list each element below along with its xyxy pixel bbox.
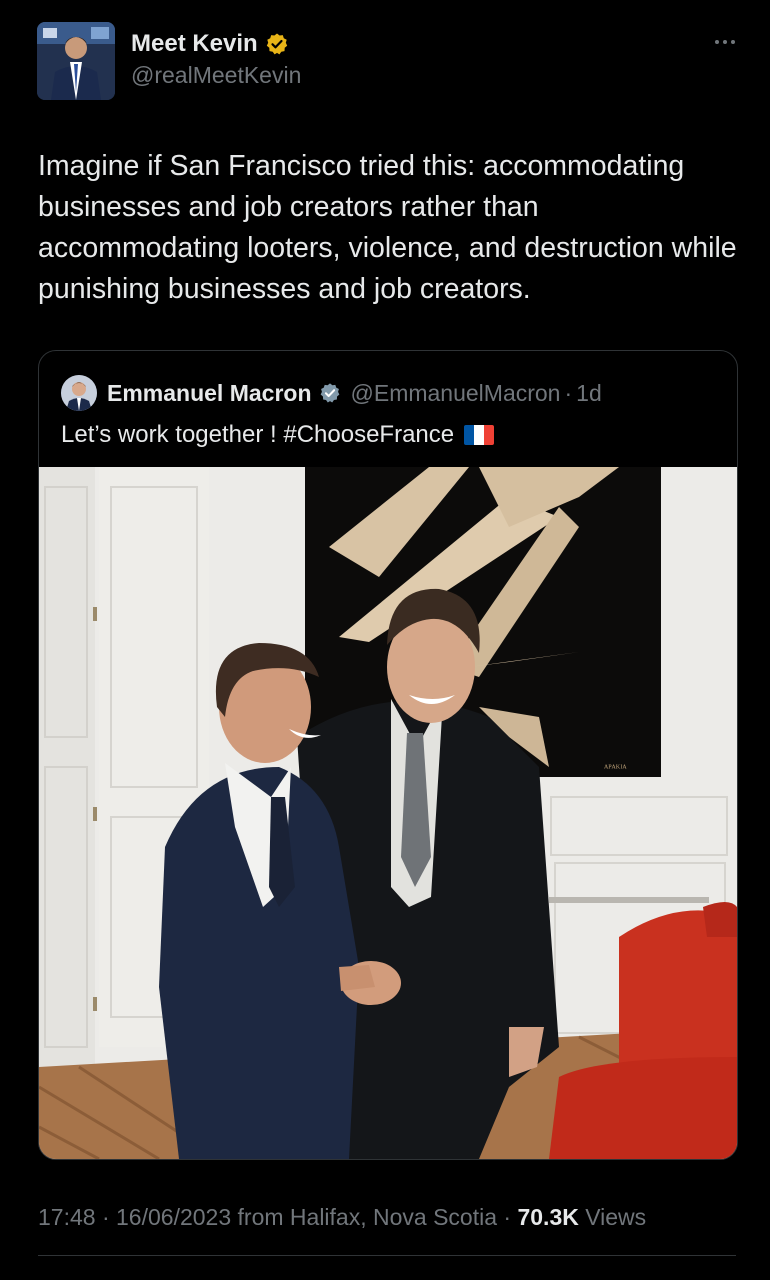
location-prefix: from bbox=[237, 1204, 284, 1230]
tweet-header: Meet Kevin @realMeetKevin bbox=[37, 22, 740, 102]
tweet-location: Halifax, Nova Scotia bbox=[289, 1204, 498, 1230]
views-label[interactable]: Views bbox=[585, 1204, 646, 1230]
author-name[interactable]: Meet Kevin bbox=[131, 30, 258, 58]
quoted-author-name[interactable]: Emmanuel Macron bbox=[107, 380, 312, 407]
views-count[interactable]: 70.3K bbox=[517, 1204, 578, 1230]
france-flag-icon bbox=[464, 425, 495, 445]
quoted-author-avatar[interactable] bbox=[61, 375, 97, 411]
meta-separator-1: · bbox=[101, 1204, 110, 1230]
svg-text:ᴬᴾᴬᴷᴵᴬ: ᴬᴾᴬᴷᴵᴬ bbox=[604, 763, 627, 774]
author-handle[interactable]: @realMeetKevin bbox=[131, 62, 301, 89]
author-name-row: Meet Kevin bbox=[131, 30, 301, 58]
quoted-timestamp[interactable]: 1d bbox=[576, 380, 602, 407]
quoted-text-row: Let’s work together ! #ChooseFrance bbox=[61, 421, 495, 449]
tweet-time[interactable]: 17:48 bbox=[38, 1204, 96, 1230]
verified-gold-icon bbox=[266, 33, 287, 55]
quoted-separator: · bbox=[564, 379, 573, 406]
quoted-header: Emmanuel Macron @EmmanuelMacron · 1d bbox=[61, 373, 602, 413]
quoted-author-handle[interactable]: @EmmanuelMacron bbox=[351, 380, 561, 407]
quoted-text: Let’s work together ! #ChooseFrance bbox=[61, 421, 455, 448]
divider bbox=[38, 1255, 736, 1256]
author-block: Meet Kevin @realMeetKevin bbox=[131, 30, 301, 89]
tweet-meta: 17:48 · 16/06/2023 from Halifax, Nova Sc… bbox=[38, 1204, 646, 1231]
quoted-tweet[interactable]: Emmanuel Macron @EmmanuelMacron · 1d Let… bbox=[38, 350, 738, 1160]
more-options-icon[interactable] bbox=[710, 32, 740, 52]
verified-gray-icon bbox=[320, 383, 339, 403]
tweet-text: Imagine if San Francisco tried this: acc… bbox=[38, 150, 737, 305]
tweet-date[interactable]: 16/06/2023 bbox=[116, 1204, 231, 1230]
quoted-photo[interactable]: ᴬᴾᴬᴷᴵᴬ bbox=[39, 467, 737, 1159]
meta-separator-2: · bbox=[503, 1204, 512, 1230]
author-avatar[interactable] bbox=[37, 22, 115, 100]
